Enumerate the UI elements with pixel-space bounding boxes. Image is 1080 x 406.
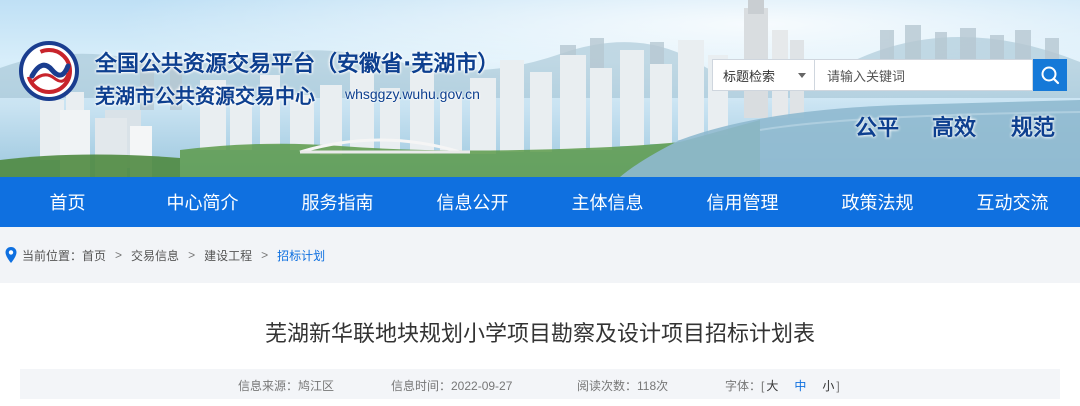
article-title: 芜湖新华联地块规划小学项目勘察及设计项目招标计划表	[264, 322, 815, 347]
nav-item-info-disclosure[interactable]: 信息公开	[405, 177, 540, 227]
search-input[interactable]: 请输入关键词	[814, 59, 1033, 91]
breadcrumb-separator: >	[261, 248, 269, 262]
slogan-efficient: 高效	[932, 115, 977, 141]
font-size-large-button[interactable]: 大	[766, 379, 778, 393]
search-icon	[1041, 66, 1060, 85]
font-size-control: 字体：[大 中 小]	[725, 377, 840, 394]
font-size-small-button[interactable]: 小	[822, 379, 834, 393]
font-size-label: 字体：[	[725, 379, 765, 393]
slogan-standard: 规范	[1011, 115, 1056, 141]
site-title: 全国公共资源交易平台（安徽省·芜湖市）	[95, 52, 500, 77]
article-meta-bar: 信息来源：鸠江区 信息时间：2022-09-27 阅读次数：118次 字体：[大…	[20, 369, 1060, 399]
breadcrumb-trade-info[interactable]: 交易信息	[131, 247, 179, 264]
chevron-down-icon	[798, 73, 806, 78]
breadcrumb-home[interactable]: 首页	[82, 247, 106, 264]
site-logo	[19, 41, 79, 101]
nav-item-interaction[interactable]: 互动交流	[945, 177, 1080, 227]
search-button[interactable]	[1033, 59, 1067, 91]
main-nav: 首页 中心简介 服务指南 信息公开 主体信息 信用管理 政策法规 互动交流	[0, 177, 1080, 227]
slogan-fair: 公平	[855, 115, 900, 141]
search-bar: 标题检索 请输入关键词	[712, 59, 1067, 91]
search-type-label: 标题检索	[723, 68, 776, 84]
view-count: 阅读次数：118次	[577, 379, 669, 393]
article-card: 芜湖新华联地块规划小学项目勘察及设计项目招标计划表 信息来源：鸠江区 信息时间：…	[0, 283, 1080, 406]
nav-item-service-guide[interactable]: 服务指南	[270, 177, 405, 227]
nav-item-about[interactable]: 中心简介	[135, 177, 270, 227]
site-url: whsggzy.wuhu.gov.cn	[345, 86, 480, 102]
search-placeholder: 请输入关键词	[827, 68, 906, 84]
breadcrumb-separator: >	[188, 248, 196, 262]
breadcrumb-construction[interactable]: 建设工程	[204, 247, 252, 264]
font-size-close: ]	[836, 379, 840, 393]
info-source: 信息来源：鸠江区	[238, 379, 335, 393]
header-banner: 全国公共资源交易平台（安徽省·芜湖市） 芜湖市公共资源交易中心 whsggzy.…	[0, 0, 1080, 177]
site-subtitle: 芜湖市公共资源交易中心	[95, 84, 315, 108]
breadcrumb-separator: >	[115, 248, 123, 262]
nav-item-entity-info[interactable]: 主体信息	[540, 177, 675, 227]
nav-item-credit[interactable]: 信用管理	[675, 177, 810, 227]
breadcrumb-current[interactable]: 招标计划	[277, 247, 325, 264]
nav-item-home[interactable]: 首页	[0, 177, 135, 227]
breadcrumb-prefix: 当前位置：	[22, 248, 83, 263]
river	[620, 100, 1080, 177]
font-size-medium-button[interactable]: 中	[794, 379, 806, 393]
info-date: 信息时间：2022-09-27	[391, 379, 513, 393]
location-pin-icon	[5, 247, 17, 263]
search-type-select[interactable]: 标题检索	[712, 59, 814, 91]
nav-item-policy[interactable]: 政策法规	[810, 177, 945, 227]
breadcrumb: 当前位置： 首页 > 交易信息 > 建设工程 > 招标计划	[0, 227, 1080, 283]
